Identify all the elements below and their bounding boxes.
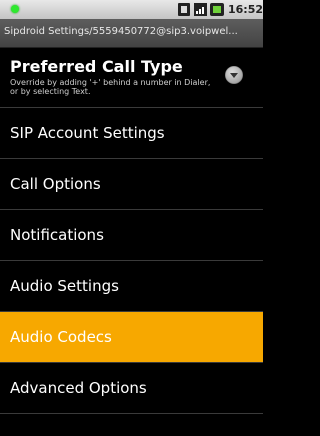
preference-label: Advanced Options [10,379,147,397]
preference-audio-codecs[interactable]: Audio Codecs [0,312,263,363]
preference-call-options[interactable]: Call Options [0,159,263,210]
preference-summary: Override by adding '+' behind a number i… [10,78,211,96]
preference-audio-settings[interactable]: Audio Settings [0,261,263,312]
preference-notifications[interactable]: Notifications [0,210,263,261]
preference-label: Audio Codecs [10,328,112,346]
preference-sip-account-settings[interactable]: SIP Account Settings [0,108,263,159]
title-bar: Sipdroid Settings/5559450772@sip3.voipwe… [0,19,263,48]
status-bar: 16:52 [0,0,263,19]
preference-label: Call Options [10,175,101,193]
preference-advanced-options[interactable]: Advanced Options [0,363,263,414]
window-title: Sipdroid Settings/5559450772@sip3.voipwe… [4,26,238,37]
battery-icon [210,3,224,16]
preference-list: Preferred Call Type Override by adding '… [0,48,263,414]
screen: 16:52 Sipdroid Settings/5559450772@sip3.… [0,0,263,436]
notification-dot-icon [11,5,19,13]
status-time: 16:52 [228,3,264,16]
sim-icon [178,3,190,16]
preference-preferred-call-type[interactable]: Preferred Call Type Override by adding '… [0,48,263,108]
preference-label: Notifications [10,226,104,244]
preference-label: Preferred Call Type [10,57,183,76]
chevron-down-icon[interactable] [225,66,243,84]
preference-label: Audio Settings [10,277,119,295]
preference-label: SIP Account Settings [10,124,165,142]
signal-icon [194,3,207,16]
